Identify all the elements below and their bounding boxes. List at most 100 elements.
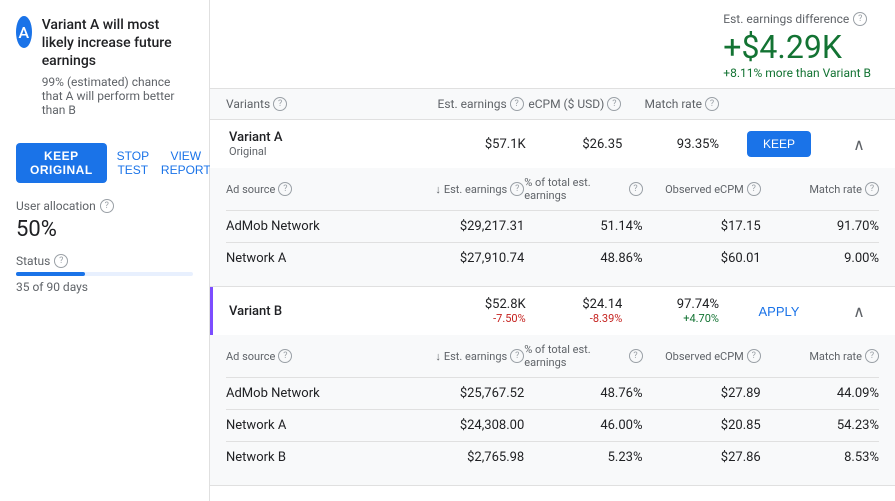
sub-table-b-row-3: Network B $2,765.98 5.23% $27.86 8.53% [226,442,879,473]
b-ad-source-help-icon[interactable]: ? [278,349,292,363]
b-row1-match: 44.09% [761,386,879,401]
sub-table-a-header: Ad source ? ↓ Est. earnings ? % of total… [226,168,879,211]
user-allocation-help-icon[interactable]: ? [100,199,114,213]
status-help-icon[interactable]: ? [54,254,68,268]
earnings-amount: +$4.29K [723,28,871,66]
sub-header-match-rate: Match rate ? [761,176,879,202]
sub-match-rate-help-icon[interactable]: ? [865,182,879,196]
a-row2-source: Network A [226,251,406,266]
earnings-help-icon[interactable]: ? [853,12,867,26]
status-bar-track [16,272,193,276]
variant-b-chevron-icon[interactable]: ∧ [853,302,865,321]
avatar: A [16,16,32,48]
variant-a-match-rate: 93.35% [622,137,719,152]
sub-b-header-pct: % of total est. earnings ? [524,343,642,369]
sub-header-pct-earnings: % of total est. earnings ? [524,176,642,202]
b-ecpm-help-icon[interactable]: ? [747,349,761,363]
user-allocation-value: 50% [16,217,193,242]
a-row2-match: 9.00% [761,251,879,266]
a-row2-ecpm: $60.01 [643,251,761,266]
header-ecpm: eCPM ($ USD) ? [524,97,622,111]
ecpm-help-icon[interactable]: ? [607,97,621,111]
a-row2-pct: 48.86% [524,251,642,266]
status-days: 35 of 90 days [16,280,193,294]
b-row3-ecpm: $27.86 [643,450,761,465]
est-earnings-help-icon[interactable]: ? [510,97,524,111]
b-row1-ecpm: $27.89 [643,386,761,401]
sub-b-header-ecpm: Observed eCPM ? [643,343,761,369]
header-match-rate: Match rate ? [621,97,719,111]
a-row2-earnings: $27,910.74 [406,251,524,266]
variant-a-row: Variant A Original $57.1K $26.35 93.35% … [210,120,895,168]
variant-a-expand[interactable]: ∧ [839,135,879,154]
stop-test-button[interactable]: STOP TEST [115,143,151,183]
b-row2-pct: 46.00% [524,418,642,433]
a-row1-pct: 51.14% [524,219,642,234]
variant-b-name: Variant B [229,304,429,319]
b-pct-help-icon[interactable]: ? [629,349,643,363]
variant-b-action-cell: APPLY [719,304,839,319]
variant-a-section: Variant A Original $57.1K $26.35 93.35% … [210,120,895,287]
variant-b-ecpm: $24.14 -8.39% [526,297,623,325]
b-row3-pct: 5.23% [524,450,642,465]
variant-a-name: Variant A [229,130,429,145]
sub-header-observed-ecpm: Observed eCPM ? [643,176,761,202]
variant-b-name-cell: Variant B [229,304,429,319]
earnings-label: Est. earnings difference ? [723,12,871,26]
b-row3-match: 8.53% [761,450,879,465]
a-row1-ecpm: $17.15 [643,219,761,234]
sub-b-header-earnings: ↓ Est. earnings ? [406,343,524,369]
earnings-diff: +8.11% more than Variant B [723,66,871,80]
sort-arrow-icon: ↓ [435,183,441,196]
sub-b-header-ad-source: Ad source ? [226,343,406,369]
variant-a-chevron-icon[interactable]: ∧ [853,135,865,154]
variant-b-sub-table: Ad source ? ↓ Est. earnings ? % of total… [210,335,895,485]
a-row1-earnings: $29,217.31 [406,219,524,234]
status-label: Status ? [16,254,193,268]
variant-a-action-cell: KEEP [719,131,839,157]
user-allocation-label: User allocation ? [16,199,193,213]
variant-b-earnings: $52.8K -7.50% [429,297,526,325]
b-row2-match: 54.23% [761,418,879,433]
sub-table-b-row-2: Network A $24,308.00 46.00% $20.85 54.23… [226,410,879,442]
a-row1-match: 91.70% [761,219,879,234]
header-action [719,97,839,111]
pct-earnings-help-icon[interactable]: ? [629,182,643,196]
main-content: Est. earnings difference ? +$4.29K +8.11… [210,0,895,501]
b-row1-earnings: $25,767.52 [406,386,524,401]
sub-b-header-match: Match rate ? [761,343,879,369]
variant-a-keep-button[interactable]: KEEP [747,131,811,157]
a-row1-source: AdMob Network [226,219,406,234]
variant-b-expand[interactable]: ∧ [839,302,879,321]
b-row2-source: Network A [226,418,406,433]
page-subtitle: 99% (estimated) chance that A will perfo… [42,75,193,117]
variants-help-icon[interactable]: ? [273,97,287,111]
variant-a-name-cell: Variant A Original [229,130,429,158]
sub-header-ad-source: Ad source ? [226,176,406,202]
variant-a-tag: Original [229,145,429,158]
b-row2-earnings: $24,308.00 [406,418,524,433]
variant-b-apply-button[interactable]: APPLY [759,304,800,319]
b-sort-arrow-icon: ↓ [435,350,441,363]
sub-header-est-earnings: ↓ Est. earnings ? [406,176,524,202]
ad-source-help-icon[interactable]: ? [278,182,292,196]
keep-original-button[interactable]: KEEP ORIGINAL [16,143,107,183]
earnings-summary: Est. earnings difference ? +$4.29K +8.11… [723,12,871,80]
sidebar: A Variant A will most likely increase fu… [0,0,210,501]
sub-table-b-header: Ad source ? ↓ Est. earnings ? % of total… [226,335,879,378]
sub-est-earnings-help-icon[interactable]: ? [510,182,524,196]
status-bar-container [16,272,193,276]
observed-ecpm-help-icon[interactable]: ? [747,182,761,196]
b-match-help-icon[interactable]: ? [865,349,879,363]
page: A Variant A will most likely increase fu… [0,0,895,501]
sub-table-a-row-1: AdMob Network $29,217.31 51.14% $17.15 9… [226,211,879,243]
header-variants: Variants ? [226,97,426,111]
variant-a-earnings: $57.1K [429,137,526,152]
b-est-earnings-help-icon[interactable]: ? [510,349,524,363]
header-est-earnings: Est. earnings ? [426,97,524,111]
table-header: Variants ? Est. earnings ? eCPM ($ USD) … [210,89,895,120]
variant-b-row: Variant B $52.8K -7.50% $24.14 -8.39% 97… [210,287,895,335]
variant-b-match-rate: 97.74% +4.70% [622,297,719,325]
b-row1-pct: 48.76% [524,386,642,401]
match-rate-help-icon[interactable]: ? [705,97,719,111]
